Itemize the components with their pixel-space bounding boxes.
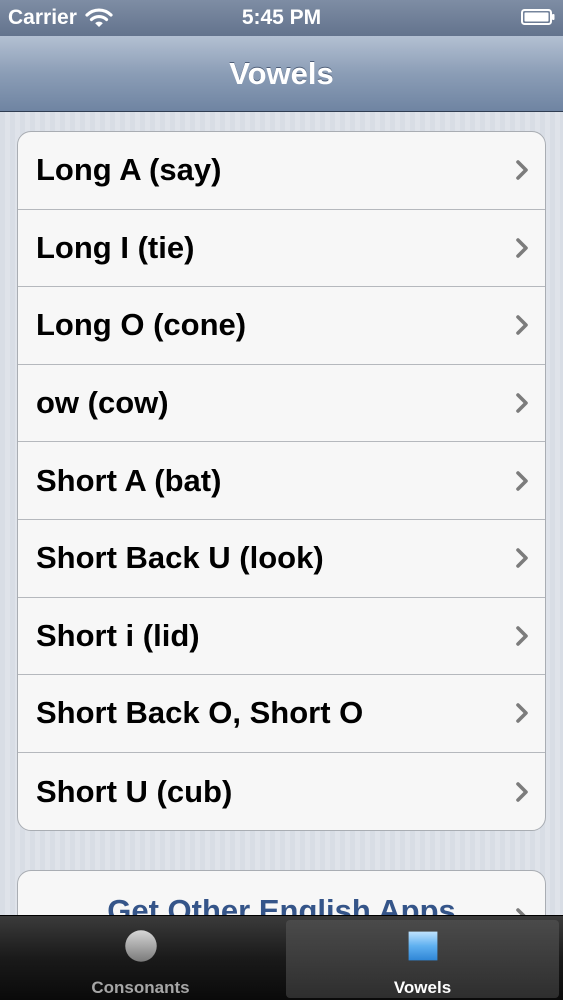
- get-other-apps-label: Get Other English Apps: [107, 893, 456, 915]
- tab-bar: Consonants Vowels: [0, 915, 563, 1000]
- list-item[interactable]: Long O (cone): [18, 287, 545, 365]
- list-item-label: Short Back O, Short O: [36, 695, 364, 731]
- list-item-label: Long A (say): [36, 152, 222, 188]
- list-item[interactable]: Short i (lid): [18, 598, 545, 676]
- list-item-label: Long I (tie): [36, 229, 195, 265]
- chevron-right-icon: [516, 548, 528, 569]
- list-item-label: Short Back U (look): [36, 540, 324, 576]
- list-item[interactable]: Short Back U (look): [18, 520, 545, 598]
- square-icon: [408, 931, 437, 961]
- list-item-label: Short U (cub): [36, 773, 233, 809]
- chevron-right-icon: [516, 393, 528, 413]
- list-item[interactable]: Long A (say): [18, 132, 545, 210]
- tab-consonants-label: Consonants: [91, 978, 190, 997]
- list-item[interactable]: Short A (bat): [18, 442, 545, 520]
- chevron-right-icon: [516, 626, 528, 646]
- tab-vowels-label: Vowels: [393, 978, 452, 997]
- vowel-list: Long A (say) Long I (tie) Long O (cone) …: [17, 131, 546, 832]
- get-other-apps-button[interactable]: Get Other English Apps: [18, 871, 545, 915]
- chevron-right-icon: [516, 908, 526, 915]
- list-item[interactable]: Long I (tie): [18, 210, 545, 288]
- list-item-label: Short i (lid): [36, 617, 200, 653]
- tab-consonants[interactable]: Consonants: [0, 920, 281, 998]
- chevron-right-icon: [516, 781, 528, 802]
- chevron-right-icon: [516, 315, 528, 336]
- chevron-right-icon: [516, 470, 528, 491]
- chevron-right-icon: [516, 703, 528, 724]
- list-item-label: ow (cow): [36, 385, 169, 421]
- status-time: 5:45 PM: [241, 6, 322, 29]
- content-area[interactable]: Long A (say) Long I (tie) Long O (cone) …: [0, 112, 563, 915]
- list-item-label: Short A (bat): [36, 462, 222, 498]
- list-item-label: Long O (cone): [36, 307, 247, 343]
- status-bar: Carrier 5:45 PM: [0, 0, 563, 36]
- navigation-bar: Vowels: [0, 36, 563, 112]
- other-apps-group: Get Other English Apps: [17, 870, 546, 915]
- chevron-right-icon: [516, 238, 528, 258]
- list-item[interactable]: Short Back O, Short O: [18, 675, 545, 753]
- list-item[interactable]: ow (cow): [18, 365, 545, 443]
- chevron-right-icon: [516, 160, 528, 181]
- list-item[interactable]: Short U (cub): [18, 753, 545, 831]
- circle-icon: [124, 930, 157, 962]
- battery-icon: [521, 9, 555, 25]
- page-title: Vowels: [229, 56, 334, 91]
- tab-vowels[interactable]: Vowels: [286, 920, 559, 998]
